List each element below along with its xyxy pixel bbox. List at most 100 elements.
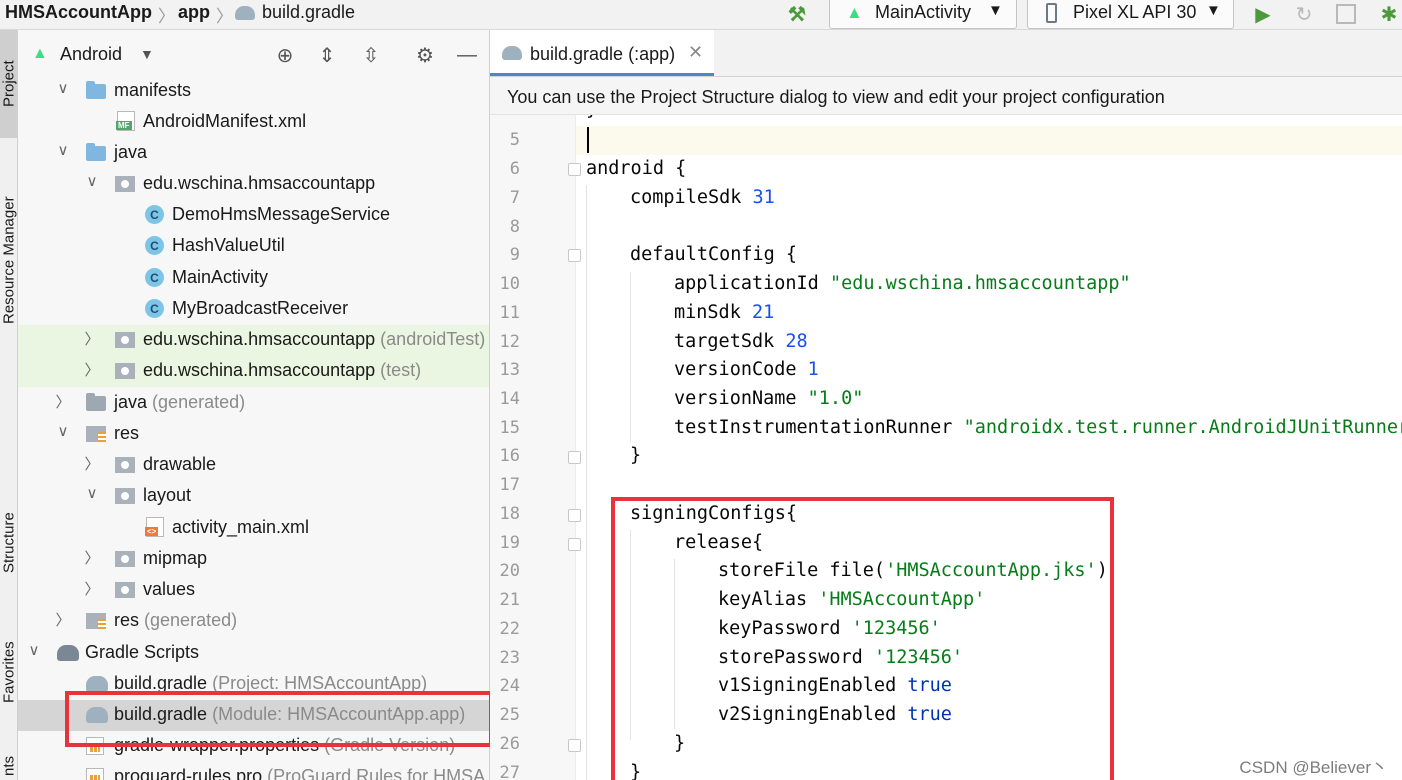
fold-marker-icon[interactable] <box>568 509 581 522</box>
tree-item-mipmap[interactable]: 〉 mipmap <box>18 544 489 575</box>
tree-item-label: drawable <box>143 454 217 474</box>
breadcrumb-file[interactable]: build.gradle <box>262 2 355 23</box>
chevron-down-icon[interactable]: ∨ <box>26 641 42 659</box>
tab-build-gradle-app[interactable]: build.gradle (:app) ✕ <box>490 30 714 76</box>
breadcrumb-project[interactable]: HMSAccountApp <box>5 2 152 23</box>
gear-icon[interactable]: ⚙ <box>412 42 438 68</box>
chevron-right-icon[interactable]: 〉 <box>84 578 100 599</box>
run-configuration-selector[interactable]: ▲ MainActivity ▼ <box>829 0 1017 29</box>
tree-item-layout[interactable]: ∨ layout <box>18 481 489 512</box>
tree-item-label: java <box>114 142 148 162</box>
code-string: "1.0" <box>807 388 864 409</box>
tree-item-class[interactable]: C DemoHmsMessageService <box>18 200 489 231</box>
chevron-right-icon[interactable]: 〉 <box>84 328 100 349</box>
chevron-right-icon[interactable]: 〉 <box>55 391 71 412</box>
tree-item-res-generated[interactable]: 〉 res (generated) <box>18 606 489 637</box>
fold-marker-icon[interactable] <box>568 163 581 176</box>
device-label: Pixel XL API 30 <box>1073 2 1197 22</box>
tree-item-values[interactable]: 〉 values <box>18 575 489 606</box>
line-number: 5 <box>509 130 520 150</box>
code-line: versionCode 1 <box>674 359 819 380</box>
resource-manager-tool-tab[interactable]: Resource Manager <box>0 170 18 350</box>
code-text: android { <box>586 158 687 179</box>
package-icon <box>115 362 135 380</box>
breadcrumb-separator: 〉 <box>158 7 175 26</box>
code-line: compileSdk 31 <box>630 187 775 208</box>
tool-window-strip: Project Resource Manager Structure Favor… <box>0 30 18 780</box>
build-variants-tool-tab[interactable]: nts <box>0 746 18 780</box>
close-icon[interactable]: ✕ <box>688 42 703 63</box>
tree-item-gradle-scripts[interactable]: ∨ Gradle Scripts <box>18 638 489 669</box>
line-number: 12 <box>499 332 520 352</box>
locate-target-icon[interactable]: ⊕ <box>272 42 298 68</box>
debug-bug-icon[interactable]: ✱ <box>1374 0 1402 28</box>
tree-item-package-test[interactable]: 〉 edu.wschina.hmsaccountapp (test) <box>18 356 489 387</box>
line-number: 23 <box>499 648 520 668</box>
apply-changes-icon[interactable]: ↻ <box>1289 0 1319 28</box>
chevron-right-icon[interactable]: 〉 <box>84 547 100 568</box>
chevron-right-icon[interactable]: 〉 <box>55 609 71 630</box>
tree-item-proguard-rules[interactable]: proguard-rules.pro (ProGuard Rules for H… <box>18 762 489 780</box>
tree-item-label: manifests <box>114 80 192 100</box>
tree-item-java[interactable]: ∨ java <box>18 138 489 169</box>
tree-item-res[interactable]: ∨ res <box>18 419 489 450</box>
tree-item-package[interactable]: ∨ edu.wschina.hmsaccountapp <box>18 169 489 200</box>
fold-marker-icon[interactable] <box>568 739 581 752</box>
stop-icon[interactable] <box>1331 0 1361 28</box>
tree-item-package-androidtest[interactable]: 〉 edu.wschina.hmsaccountapp (androidTest… <box>18 325 489 356</box>
line-number: 21 <box>499 590 520 610</box>
fold-marker-icon[interactable] <box>568 451 581 464</box>
tree-item-label: build.gradle <box>114 673 208 693</box>
fold-marker-icon[interactable] <box>568 249 581 262</box>
project-structure-banner: You can use the Project Structure dialog… <box>490 77 1402 115</box>
resource-folder-icon <box>86 612 106 630</box>
tree-item-class[interactable]: C MainActivity <box>18 263 489 294</box>
collapse-all-icon[interactable]: ⇳ <box>358 42 384 68</box>
tree-item-class[interactable]: C HashValueUtil <box>18 231 489 262</box>
tree-item-suffix: (androidTest) <box>380 329 486 349</box>
structure-tool-tab[interactable]: Structure <box>0 488 18 598</box>
tree-item-java-generated[interactable]: 〉 java (generated) <box>18 388 489 419</box>
chevron-down-icon[interactable]: ∨ <box>84 484 100 502</box>
fold-marker-icon[interactable] <box>568 538 581 551</box>
line-number: 11 <box>499 303 520 323</box>
tree-item-suffix: (generated) <box>144 610 238 630</box>
current-line-highlight <box>576 126 1402 155</box>
chevron-down-icon[interactable]: ▼ <box>140 46 154 62</box>
project-view-selector[interactable]: Android <box>60 44 122 65</box>
favorites-tool-tab[interactable]: Favorites <box>0 620 18 725</box>
chevron-right-icon[interactable]: 〉 <box>84 359 100 380</box>
code-string: "androidx.test.runner.AndroidJUnitRunner… <box>963 417 1402 438</box>
line-number: 22 <box>499 619 520 639</box>
hide-panel-icon[interactable]: — <box>454 42 480 68</box>
line-number: 25 <box>499 705 520 725</box>
chevron-down-icon[interactable]: ∨ <box>55 422 71 440</box>
breadcrumb-module[interactable]: app <box>178 2 210 23</box>
package-icon <box>115 331 135 349</box>
chevron-down-icon[interactable]: ∨ <box>84 172 100 190</box>
expand-all-icon[interactable]: ⇕ <box>314 42 340 68</box>
tree-item-label: MyBroadcastReceiver <box>172 298 349 318</box>
chevron-right-icon[interactable]: 〉 <box>84 453 100 474</box>
chevron-down-icon[interactable]: ∨ <box>55 79 71 97</box>
tree-item-activity-main-xml[interactable]: <> activity_main.xml <box>18 513 489 544</box>
chevron-down-icon: ▼ <box>1206 2 1221 19</box>
run-play-icon[interactable]: ▶ <box>1248 0 1278 28</box>
code-line: } <box>630 445 641 466</box>
folder-icon <box>86 143 106 162</box>
make-project-hammer-icon[interactable]: ⚒ <box>782 0 812 28</box>
tree-item-android-manifest[interactable]: MF AndroidManifest.xml <box>18 107 489 138</box>
line-number: 15 <box>499 418 520 438</box>
code-text: compileSdk <box>630 187 753 208</box>
tree-item-class[interactable]: C MyBroadcastReceiver <box>18 294 489 325</box>
chevron-down-icon[interactable]: ∨ <box>55 141 71 159</box>
code-text: minSdk <box>674 302 752 323</box>
line-number: 18 <box>499 504 520 524</box>
tree-item-manifests[interactable]: ∨ manifests <box>18 76 489 107</box>
project-tool-tab[interactable]: Project <box>0 30 17 138</box>
tree-item-drawable[interactable]: 〉 drawable <box>18 450 489 481</box>
code-number: 31 <box>752 187 775 208</box>
code-text: versionName <box>674 388 808 409</box>
device-selector[interactable]: Pixel XL API 30 ▼ <box>1027 0 1234 29</box>
layout-xml-icon: <> <box>145 517 166 537</box>
